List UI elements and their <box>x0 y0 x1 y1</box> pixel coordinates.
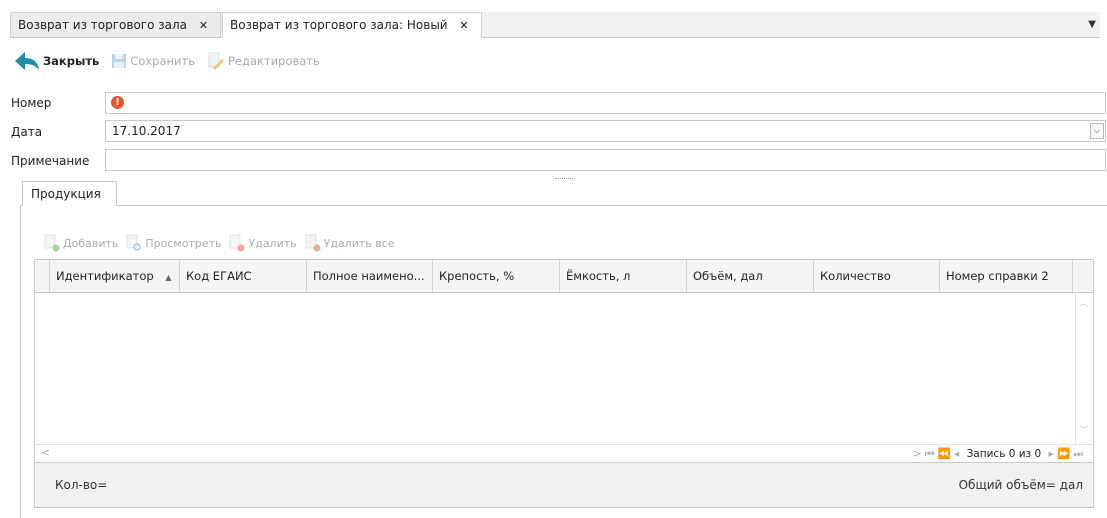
count-summary: Кол-во= <box>55 478 108 492</box>
last-record-icon[interactable]: ⏭ <box>1074 448 1083 460</box>
back-arrow-icon <box>15 52 39 70</box>
vertical-scrollbar[interactable]: ︿ ﹀ <box>1075 292 1093 444</box>
view-button[interactable]: Просмотреть <box>126 234 221 252</box>
delete-all-icon <box>305 234 321 252</box>
record-navigator: > ⏮ ⏪ ◂ Запись 0 из 0 ▸ ⏩ ⏭ <box>913 447 1083 461</box>
scroll-right-icon[interactable]: > <box>913 448 922 460</box>
products-grid: Идентификатор ▲ Код ЕГАИС Полное наимено… <box>34 259 1094 463</box>
add-button[interactable]: Добавить <box>44 234 118 252</box>
scroll-left-icon[interactable]: < <box>41 447 50 459</box>
sort-ascending-icon: ▲ <box>165 273 172 282</box>
tab-returns-new[interactable]: Возврат из торгового зала: Новый ✕ <box>222 12 482 38</box>
date-value: 17.10.2017 <box>112 124 181 138</box>
scroll-down-icon[interactable]: ﹀ <box>1079 423 1088 436</box>
main-toolbar: Закрыть Сохранить Редактировать <box>14 50 332 72</box>
products-toolbar: Добавить Просмотреть Удалить Удалить все <box>44 233 403 253</box>
next-record-icon[interactable]: ▸ <box>1049 448 1058 460</box>
column-header-identifier[interactable]: Идентификатор ▲ <box>50 260 180 292</box>
save-button[interactable]: Сохранить <box>111 53 195 69</box>
column-header-quantity[interactable]: Количество <box>814 260 940 292</box>
edit-document-icon <box>208 52 224 70</box>
grid-header: Идентификатор ▲ Код ЕГАИС Полное наимено… <box>35 260 1093 293</box>
close-button[interactable]: Закрыть <box>14 51 99 71</box>
error-icon: ! <box>111 96 124 109</box>
note-label: Примечание <box>11 154 90 168</box>
row-indicator-header <box>35 260 50 292</box>
column-header-egais-code[interactable]: Код ЕГАИС <box>180 260 307 292</box>
next-page-icon[interactable]: ⏩ <box>1057 448 1070 460</box>
column-header-certificate-number[interactable]: Номер справки 2 <box>940 260 1073 292</box>
previous-page-icon[interactable]: ⏪ <box>938 448 951 460</box>
chevron-down-icon[interactable]: ⌵ <box>1090 123 1104 139</box>
first-record-icon[interactable]: ⏮ <box>925 448 938 460</box>
previous-record-icon[interactable]: ◂ <box>954 448 959 460</box>
tab-products[interactable]: Продукция <box>22 181 117 206</box>
number-label: Номер <box>11 96 52 110</box>
add-document-icon <box>44 234 60 252</box>
splitter-handle[interactable] <box>555 178 573 181</box>
column-header-strength[interactable]: Крепость, % <box>433 260 560 292</box>
tab-returns-list[interactable]: Возврат из торгового зала ✕ <box>10 12 221 37</box>
column-header-capacity[interactable]: Ёмкость, л <box>560 260 687 292</box>
edit-button[interactable]: Редактировать <box>207 52 320 70</box>
floppy-disk-icon <box>112 54 127 68</box>
tab-label: Возврат из торгового зала: Новый <box>230 18 448 32</box>
close-icon[interactable]: ✕ <box>199 19 208 32</box>
column-header-volume[interactable]: Объём, дал <box>687 260 814 292</box>
delete-button[interactable]: Удалить <box>229 234 297 252</box>
date-field[interactable]: 17.10.2017 ⌵ <box>105 120 1106 142</box>
tab-label: Возврат из торгового зала <box>18 18 188 32</box>
scroll-up-icon[interactable]: ︿ <box>1079 296 1088 309</box>
note-field[interactable] <box>105 149 1106 171</box>
column-header-full-name[interactable]: Полное наимено... <box>307 260 433 292</box>
record-counter: Запись 0 из 0 <box>966 448 1042 460</box>
volume-summary: Общий объём= дал <box>958 478 1083 492</box>
delete-all-button[interactable]: Удалить все <box>305 234 395 252</box>
close-icon[interactable]: ✕ <box>459 19 468 32</box>
grid-footer: Кол-во= Общий объём= дал <box>34 463 1094 508</box>
delete-document-icon <box>229 234 245 252</box>
tabs-dropdown-icon[interactable]: ▼ <box>1088 12 1096 37</box>
grid-pager: < > ⏮ ⏪ ◂ Запись 0 из 0 ▸ ⏩ ⏭ <box>35 444 1093 463</box>
number-field[interactable]: ! <box>105 92 1106 114</box>
date-label: Дата <box>11 125 43 139</box>
magnifier-document-icon <box>126 234 142 251</box>
document-tab-bar: Возврат из торгового зала ✕ Возврат из т… <box>10 12 1100 38</box>
